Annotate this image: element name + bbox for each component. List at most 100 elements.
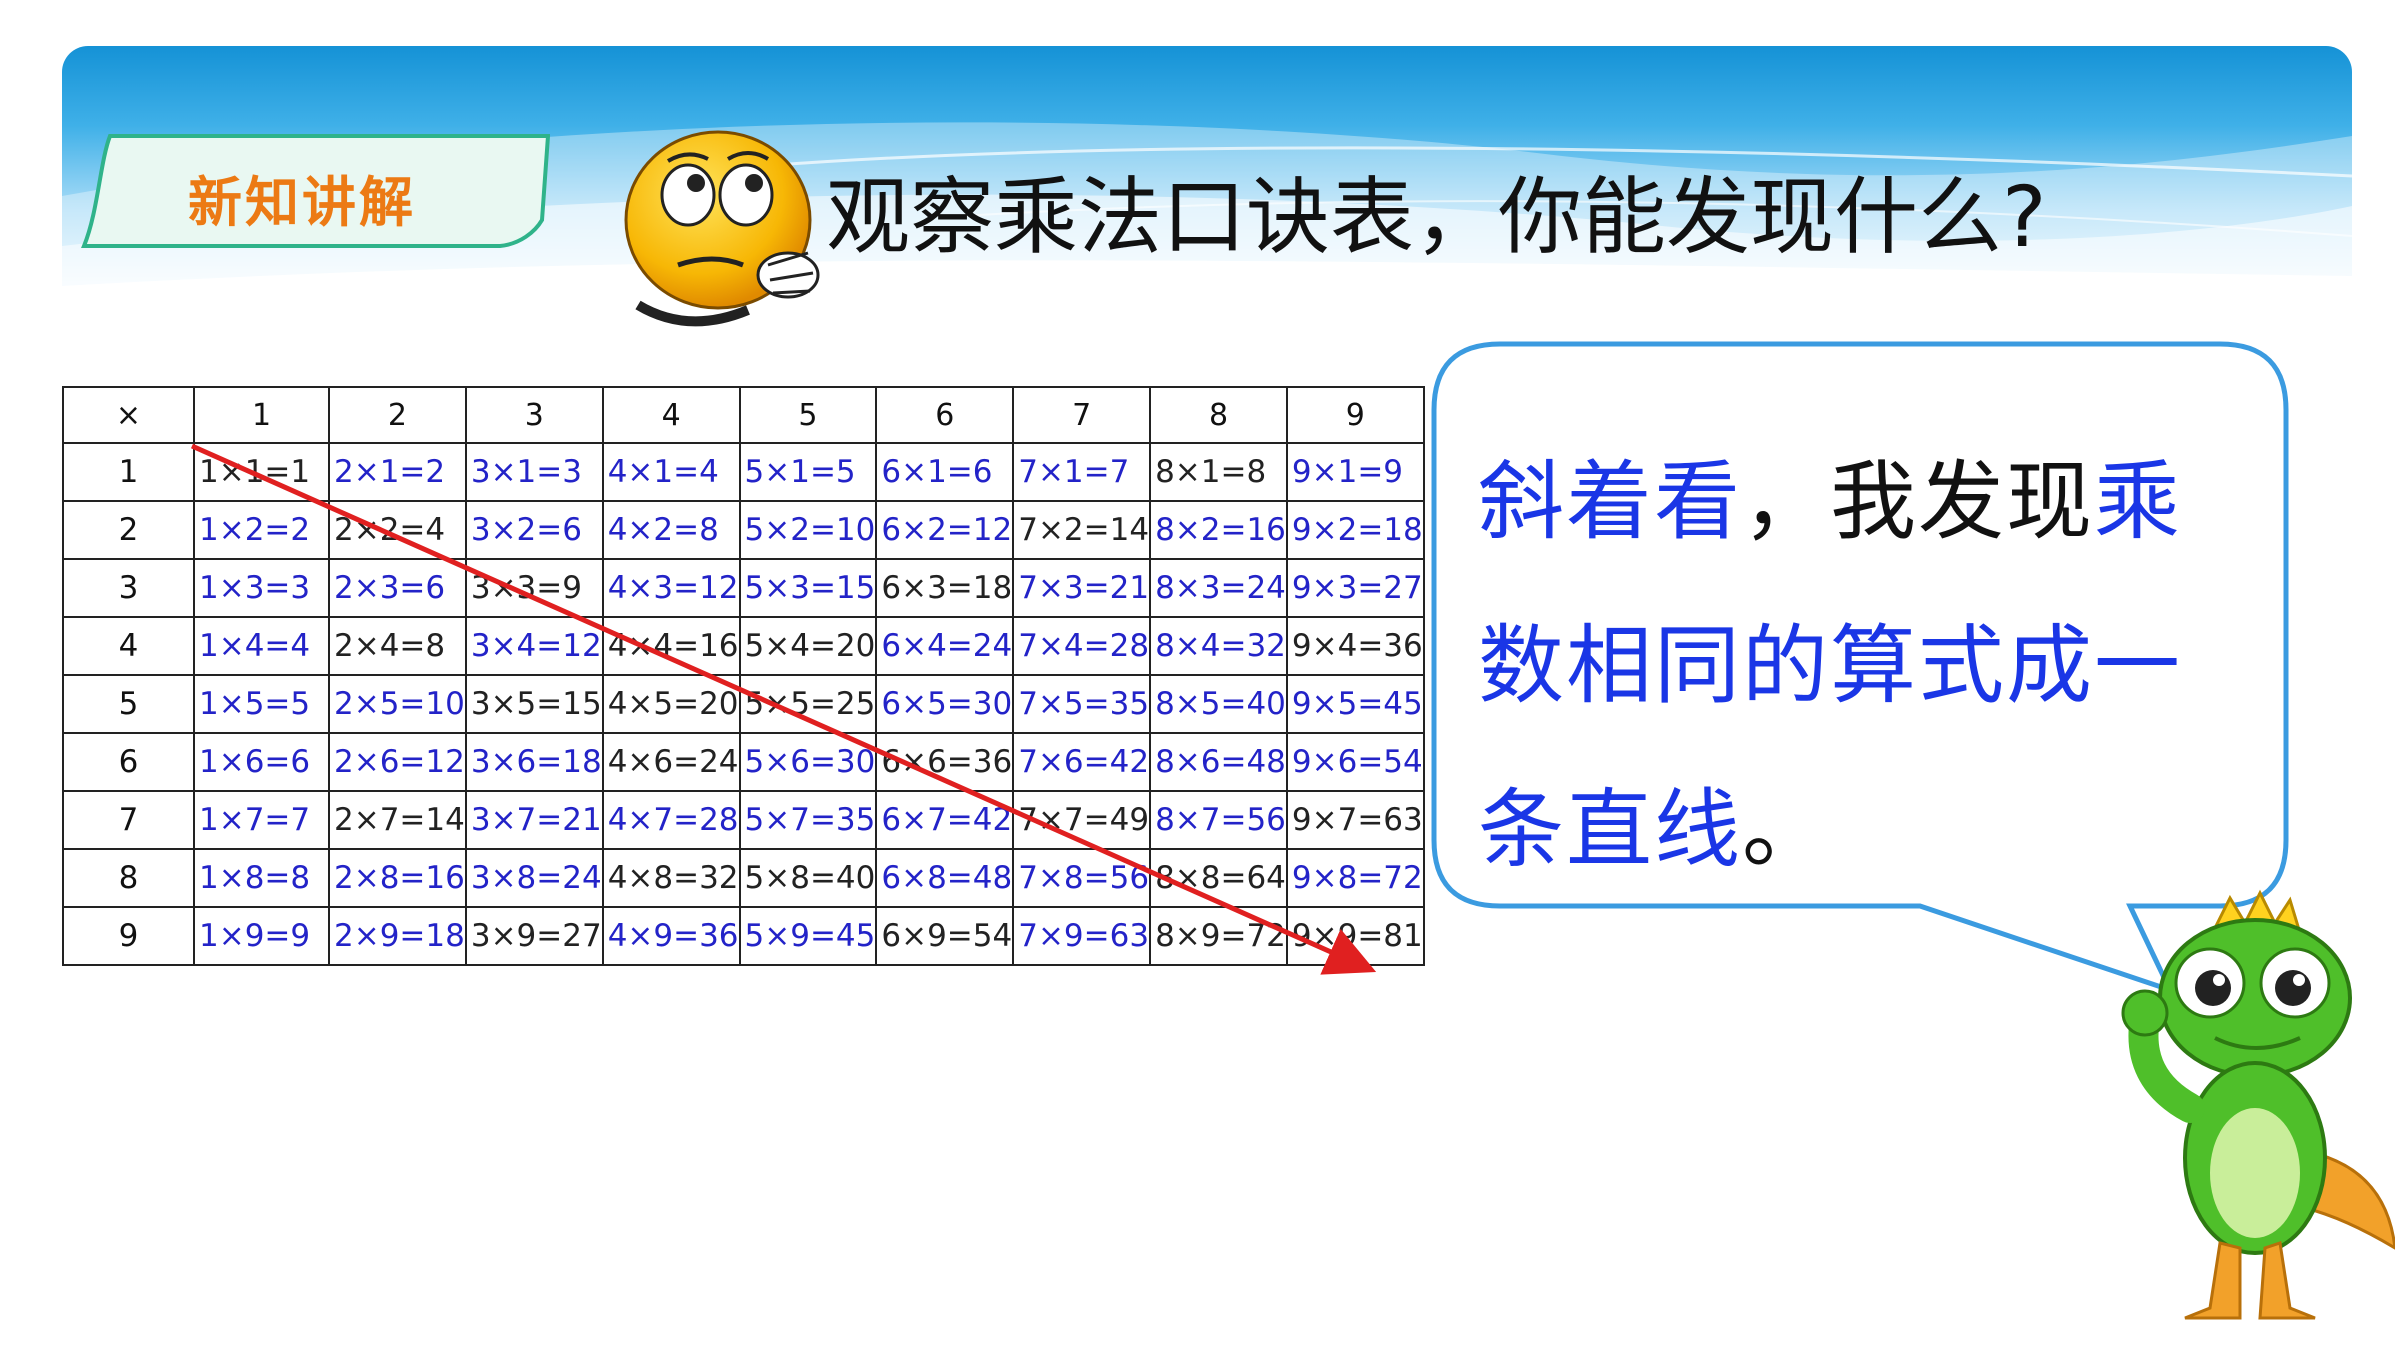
table-cell: 3×1=3: [464, 442, 604, 502]
row-header: 6: [62, 732, 195, 792]
table-cell: 2×6=12: [328, 732, 467, 792]
table-cell: 9×2=18: [1285, 500, 1425, 560]
table-row: 3 1×3=3 2×3=6 3×3=9 4×3=12 5×3=15 6×3=18 7×3=21…: [62, 558, 1425, 618]
table-cell: 4×5=20: [601, 674, 741, 734]
table-cell: 7×3=21: [1012, 558, 1152, 618]
table-cell: 3×4=12: [464, 616, 604, 676]
table-cell: 1×4=4: [193, 616, 330, 676]
table-cell: 5×6=30: [738, 732, 878, 792]
table-cell: 2×2=4: [328, 500, 467, 560]
table-cell: 1×9=9: [193, 906, 330, 966]
table-cell: 5×4=20: [738, 616, 878, 676]
frog-mascot-icon: [2121, 889, 2395, 1320]
thinking-face-icon: [624, 130, 820, 327]
row-header: 1: [62, 442, 195, 502]
multiplication-table-wrap: × 1 2 3 4 5 6 7 8 9 1 1×1=1 2×1=2 3×1=3 4×1=4 5×1=5 6×1=…: [62, 386, 1425, 966]
table-cell: 8×2=16: [1149, 500, 1288, 560]
table-cell: 6×9=54: [875, 906, 1015, 966]
section-tag-label: 新知讲解: [188, 171, 416, 234]
table-cell: 8×9=72: [1149, 906, 1288, 966]
table-row: 1 1×1=1 2×1=2 3×1=3 4×1=4 5×1=5 6×1=6 7×1=7 8×1=…: [62, 442, 1425, 502]
table-row: 4 1×4=4 2×4=8 3×4=12 4×4=16 5×4=20 6×4=24 7×4=2…: [62, 616, 1425, 676]
table-row: 9 1×9=9 2×9=18 3×9=27 4×9=36 5×9=45 6×9=54 7×9=…: [62, 906, 1425, 966]
row-header: 2: [62, 500, 195, 560]
table-cell: 1×6=6: [193, 732, 330, 792]
table-cell: 9×3=27: [1285, 558, 1425, 618]
table-cell: 1×5=5: [193, 674, 330, 734]
row-header: 9: [62, 906, 195, 966]
table-cell: 4×8=32: [601, 848, 741, 908]
table-cell: 1×7=7: [193, 790, 330, 850]
table-cell: 1×8=8: [193, 848, 330, 908]
column-header: 1: [193, 386, 330, 444]
table-cell: 8×5=40: [1149, 674, 1288, 734]
table-cell: 3×5=15: [464, 674, 604, 734]
table-cell: 8×3=24: [1149, 558, 1288, 618]
bubble-text-part2: ，我发现: [1742, 452, 2094, 552]
table-cell: 6×7=42: [875, 790, 1015, 850]
table-cell: 3×8=24: [464, 848, 604, 908]
table-cell: 2×1=2: [328, 442, 467, 502]
table-cell: 8×6=48: [1149, 732, 1288, 792]
table-cell: 7×4=28: [1012, 616, 1152, 676]
column-header: 2: [328, 386, 467, 444]
table-cell: 6×1=6: [875, 442, 1015, 502]
table-cell: 6×6=36: [875, 732, 1015, 792]
table-cell: 9×6=54: [1285, 732, 1425, 792]
table-cell: 7×5=35: [1012, 674, 1152, 734]
table-cell: 8×4=32: [1149, 616, 1288, 676]
page-title: 观察乘法口诀表，你能发现什么?: [826, 168, 2047, 266]
table-cell: 4×7=28: [601, 790, 741, 850]
table-cell: 8×1=8: [1149, 442, 1288, 502]
table-cell: 6×3=18: [875, 558, 1015, 618]
row-header: 4: [62, 616, 195, 676]
table-cell: 6×2=12: [875, 500, 1015, 560]
table-cell: 7×6=42: [1012, 732, 1152, 792]
table-cell: 5×3=15: [738, 558, 878, 618]
bubble-text-part1: 斜着看: [1478, 452, 1742, 552]
table-cell: 3×7=21: [464, 790, 604, 850]
table-cell: 7×1=7: [1012, 442, 1152, 502]
table-header-row: × 1 2 3 4 5 6 7 8 9: [62, 386, 1425, 444]
table-cell: 9×4=36: [1285, 616, 1425, 676]
column-header: 4: [601, 386, 741, 444]
table-cell: 3×2=6: [464, 500, 604, 560]
bubble-text: 斜着看，我发现乘数相同的算式成一条直线。: [1478, 420, 2238, 912]
table-cell: 6×5=30: [875, 674, 1015, 734]
table-cell: 9×1=9: [1285, 442, 1425, 502]
table-cell: 2×7=14: [328, 790, 467, 850]
table-cell: 7×9=63: [1012, 906, 1152, 966]
table-cell: 4×1=4: [601, 442, 741, 502]
table-cell: 1×2=2: [193, 500, 330, 560]
table-cell: 4×4=16: [601, 616, 741, 676]
table-cell: 5×7=35: [738, 790, 878, 850]
table-cell: 2×5=10: [328, 674, 467, 734]
table-corner: ×: [62, 386, 195, 444]
table-cell: 9×7=63: [1285, 790, 1425, 850]
table-cell: 7×8=56: [1012, 848, 1152, 908]
table-row: 7 1×7=7 2×7=14 3×7=21 4×7=28 5×7=35 6×7=42 7×7=…: [62, 790, 1425, 850]
table-cell: 3×6=18: [464, 732, 604, 792]
table-row: 8 1×8=8 2×8=16 3×8=24 4×8=32 5×8=40 6×8=48 7×8=…: [62, 848, 1425, 908]
column-header: 8: [1149, 386, 1288, 444]
column-header: 3: [464, 386, 604, 444]
table-cell: 7×7=49: [1012, 790, 1152, 850]
table-cell: 9×9=81: [1285, 906, 1425, 966]
row-header: 7: [62, 790, 195, 850]
table-cell: 9×5=45: [1285, 674, 1425, 734]
column-header: 7: [1012, 386, 1152, 444]
table-cell: 4×2=8: [601, 500, 741, 560]
table-cell: 8×7=56: [1149, 790, 1288, 850]
table-cell: 5×9=45: [738, 906, 878, 966]
table-cell: 2×8=16: [328, 848, 467, 908]
table-cell: 4×6=24: [601, 732, 741, 792]
table-cell: 6×8=48: [875, 848, 1015, 908]
row-header: 3: [62, 558, 195, 618]
table-cell: 9×8=72: [1285, 848, 1425, 908]
table-cell: 1×3=3: [193, 558, 330, 618]
table-cell: 4×9=36: [601, 906, 741, 966]
table-cell: 5×2=10: [738, 500, 878, 560]
column-header: 6: [875, 386, 1015, 444]
multiplication-table: × 1 2 3 4 5 6 7 8 9 1 1×1=1 2×1=2 3×1=3 4×1=4 5×1=5 6×1=…: [62, 386, 1425, 966]
table-row: 5 1×5=5 2×5=10 3×5=15 4×5=20 5×5=25 6×5=30 7×5=…: [62, 674, 1425, 734]
